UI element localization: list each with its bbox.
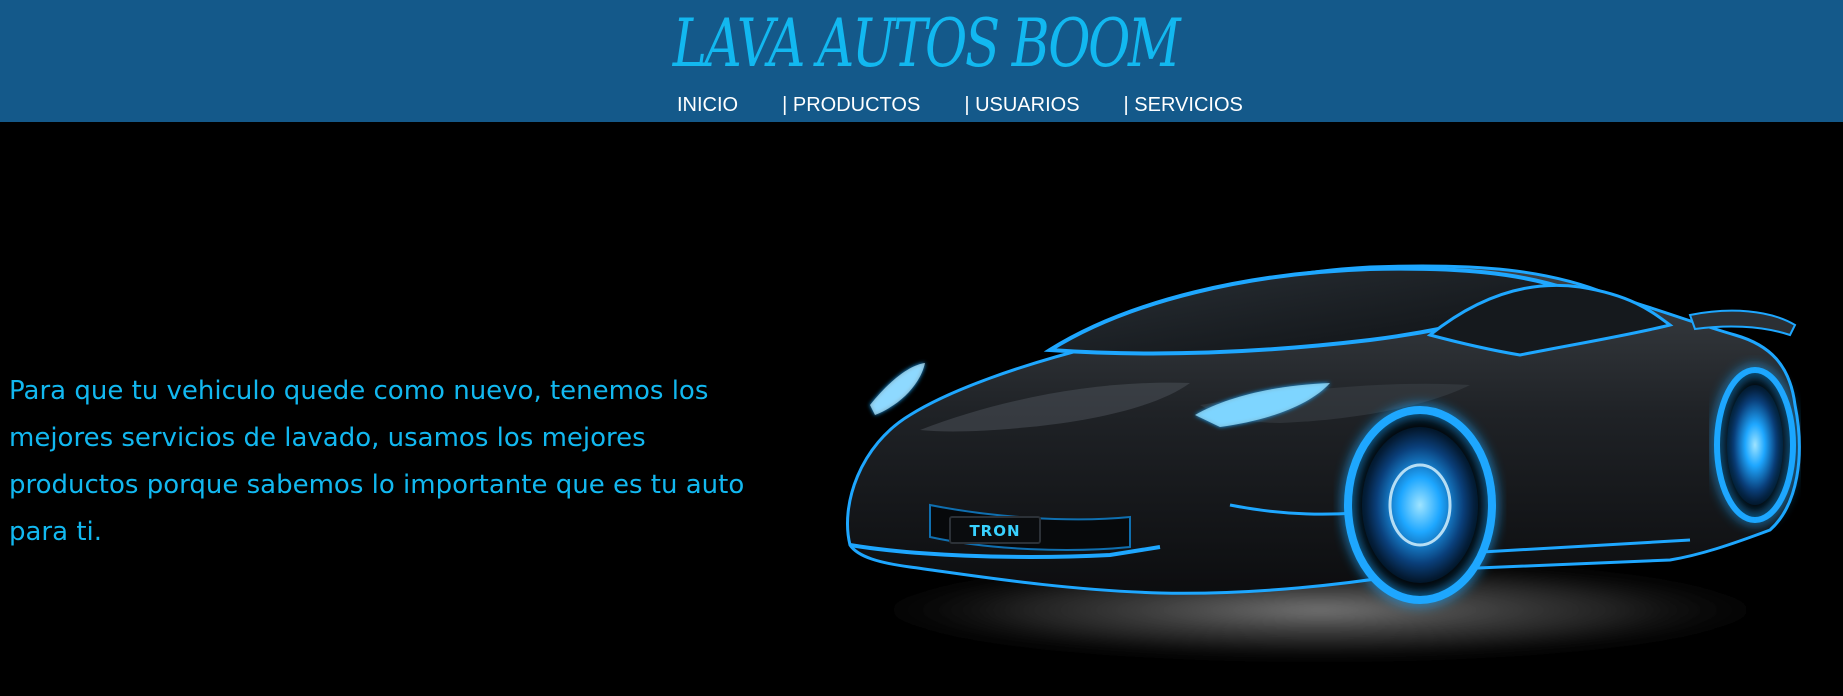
nav-link-servicios[interactable]: | SERVICIOS (1124, 94, 1243, 117)
intro-text: Para que tu vehiculo quede como nuevo, t… (9, 376, 745, 547)
nav-link-inicio[interactable]: INICIO (677, 94, 738, 117)
nav-link-productos[interactable]: | PRODUCTOS (782, 94, 920, 117)
main-nav: INICIO | PRODUCTOS | USUARIOS | SERVICIO… (677, 92, 1243, 118)
hero-car-image: TRON (830, 264, 1810, 665)
plate-text: TRON (969, 522, 1020, 540)
site-header: LAVA AUTOS BOOM INICIO | PRODUCTOS | USU… (0, 0, 1843, 122)
site-title: LAVA AUTOS BOOM (672, 5, 1181, 82)
page: LAVA AUTOS BOOM INICIO | PRODUCTOS | USU… (0, 0, 1843, 696)
nav-link-usuarios[interactable]: | USUARIOS (964, 94, 1079, 117)
